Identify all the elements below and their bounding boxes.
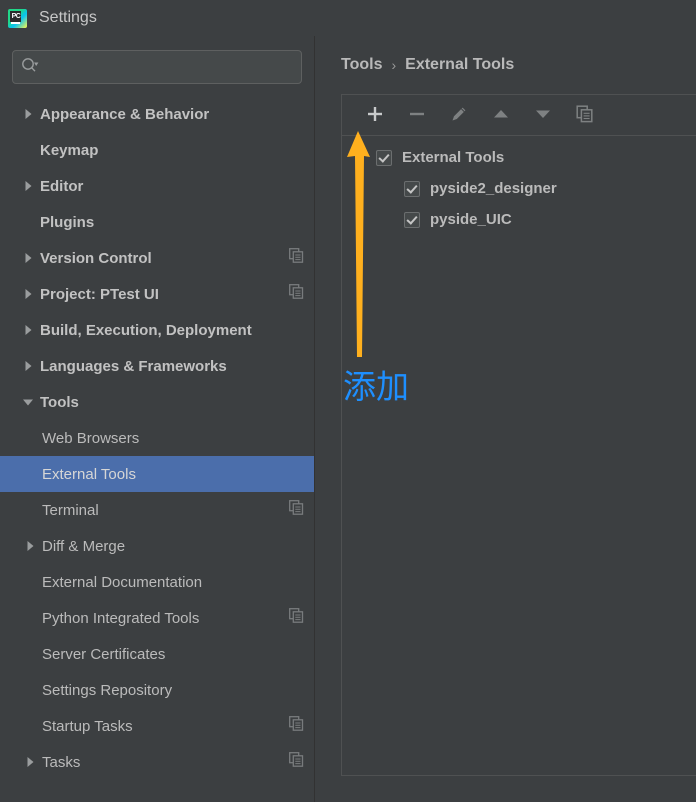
checkbox-checked-icon[interactable] (404, 211, 420, 228)
breadcrumb-parent[interactable]: Tools (341, 56, 382, 74)
tool-label: pyside2_designer (430, 180, 557, 197)
sidebar-item-build-execution-deployment[interactable]: Build, Execution, Deployment (0, 312, 314, 348)
move-down-button[interactable] (522, 98, 564, 132)
settings-sidebar: Appearance & Behavior Keymap Editor Plugins… (0, 36, 315, 802)
copy-button[interactable] (564, 98, 606, 132)
sidebar-item-startup-tasks[interactable]: Startup Tasks (0, 708, 314, 744)
edit-pencil-button[interactable] (438, 98, 480, 132)
sidebar-item-tools[interactable]: Tools (0, 384, 314, 420)
page-title: Settings (39, 9, 97, 26)
external-tools-panel: External Tools pyside2_designer pyside_UIC (341, 94, 696, 776)
sidebar-item-plugins[interactable]: Plugins (0, 204, 314, 240)
tool-label: pyside_UIC (430, 211, 512, 228)
chevron-right-icon[interactable] (16, 324, 40, 336)
copy-settings-icon[interactable] (289, 752, 304, 772)
sidebar-item-label: External Documentation (42, 573, 203, 591)
copy-icon (575, 104, 595, 127)
external-tools-toolbar (342, 95, 696, 136)
sidebar-item-appearance-behavior[interactable]: Appearance & Behavior (0, 96, 314, 132)
sidebar-item-label: Python Integrated Tools (42, 609, 200, 627)
chevron-right-icon[interactable] (16, 360, 40, 372)
external-tools-tree: External Tools pyside2_designer pyside_UIC (342, 136, 696, 235)
sidebar-item-tasks[interactable]: Tasks (0, 744, 314, 780)
search-input[interactable] (45, 59, 293, 75)
sidebar-item-label: External Tools (42, 465, 136, 483)
copy-settings-icon[interactable] (289, 500, 304, 520)
sidebar-item-project-ptest-ui[interactable]: Project: PTest UI (0, 276, 314, 312)
sidebar-item-external-documentation[interactable]: External Documentation (0, 564, 314, 600)
breadcrumb: Tools › External Tools (341, 36, 696, 94)
chevron-down-icon[interactable] (16, 396, 40, 408)
sidebar-item-external-tools[interactable]: External Tools (0, 456, 314, 492)
search-area (0, 36, 314, 94)
sidebar-item-version-control[interactable]: Version Control (0, 240, 314, 276)
sidebar-item-label: Web Browsers (42, 429, 140, 447)
tools-tree-item-row[interactable]: pyside_UIC (342, 204, 696, 235)
sidebar-item-label: Startup Tasks (42, 717, 133, 735)
tools-tree-group-row[interactable]: External Tools (342, 142, 696, 173)
sidebar-item-label: Terminal (42, 501, 99, 519)
settings-detail-pane: Tools › External Tools External Tools pys… (315, 36, 696, 802)
add-button[interactable] (354, 98, 396, 132)
pycharm-logo-icon: PC (8, 8, 27, 28)
breadcrumb-separator-icon: › (391, 57, 397, 73)
edit-pencil-icon (449, 104, 469, 127)
sidebar-item-label: Settings Repository (42, 681, 173, 699)
move-up-icon (491, 104, 511, 127)
copy-settings-icon[interactable] (289, 248, 304, 268)
search-icon (21, 57, 39, 78)
sidebar-item-diff-merge[interactable]: Diff & Merge (0, 528, 314, 564)
logo-text: PC (11, 13, 21, 20)
sidebar-item-terminal[interactable]: Terminal (0, 492, 314, 528)
remove-icon (407, 104, 427, 127)
sidebar-item-label: Languages & Frameworks (40, 357, 227, 375)
copy-settings-icon[interactable] (289, 284, 304, 304)
sidebar-item-label: Tools (40, 393, 79, 411)
sidebar-item-label: Server Certificates (42, 645, 166, 663)
chevron-right-icon[interactable] (18, 756, 42, 768)
settings-dialog-body: Appearance & Behavior Keymap Editor Plugins… (0, 36, 696, 802)
checkbox-checked-icon[interactable] (376, 149, 392, 166)
chevron-right-icon[interactable] (16, 288, 40, 300)
sidebar-item-label: Tasks (42, 753, 81, 771)
sidebar-item-label: Editor (40, 177, 84, 195)
sidebar-item-label: Diff & Merge (42, 537, 126, 555)
chevron-right-icon[interactable] (16, 180, 40, 192)
sidebar-item-settings-repository[interactable]: Settings Repository (0, 672, 314, 708)
chevron-right-icon[interactable] (16, 108, 40, 120)
checkbox-checked-icon[interactable] (404, 180, 420, 197)
search-box[interactable] (12, 50, 302, 84)
chevron-right-icon[interactable] (16, 252, 40, 264)
copy-settings-icon[interactable] (289, 716, 304, 736)
move-up-button[interactable] (480, 98, 522, 132)
settings-category-tree: Appearance & Behavior Keymap Editor Plugins… (0, 96, 314, 780)
sidebar-item-keymap[interactable]: Keymap (0, 132, 314, 168)
chevron-right-icon[interactable] (18, 540, 42, 552)
sidebar-item-label: Version Control (40, 249, 152, 267)
sidebar-item-python-integrated-tools[interactable]: Python Integrated Tools (0, 600, 314, 636)
move-down-icon (533, 104, 553, 127)
sidebar-item-editor[interactable]: Editor (0, 168, 314, 204)
sidebar-item-web-browsers[interactable]: Web Browsers (0, 420, 314, 456)
tool-label: External Tools (402, 149, 505, 166)
breadcrumb-current: External Tools (405, 56, 515, 73)
sidebar-item-label: Project: PTest UI (40, 285, 159, 303)
sidebar-item-label: Keymap (40, 141, 99, 159)
sidebar-item-languages-frameworks[interactable]: Languages & Frameworks (0, 348, 314, 384)
tools-tree-item-row[interactable]: pyside2_designer (342, 173, 696, 204)
copy-settings-icon[interactable] (289, 608, 304, 628)
sidebar-item-label: Build, Execution, Deployment (40, 321, 252, 339)
add-icon (365, 104, 385, 127)
window-titlebar: PC Settings (0, 0, 696, 36)
sidebar-item-server-certificates[interactable]: Server Certificates (0, 636, 314, 672)
sidebar-item-label: Plugins (40, 213, 95, 231)
remove-button[interactable] (396, 98, 438, 132)
sidebar-item-label: Appearance & Behavior (40, 105, 210, 123)
